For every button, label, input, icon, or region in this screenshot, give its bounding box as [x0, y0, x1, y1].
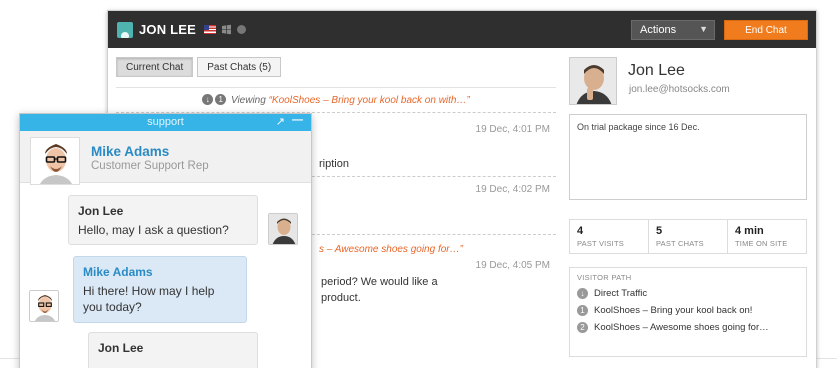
us-flag-icon	[204, 25, 217, 34]
message-text: you today?	[83, 300, 142, 314]
agent-photo	[30, 137, 80, 185]
stat-label: PAST VISITS	[577, 239, 624, 248]
support-chat-widget: support ↗ — Mike Adams Customer Support …	[19, 113, 312, 368]
visitor-path-label: Direct Traffic	[594, 288, 648, 299]
widget-title: support	[147, 116, 184, 128]
popout-icon[interactable]: ↗	[276, 115, 285, 128]
actions-label: Actions	[640, 24, 677, 36]
agent-name: Mike Adams	[91, 144, 170, 159]
console-header: JON LEE Actions ▼ End Chat	[108, 11, 816, 48]
arrow-down-icon: ↓	[577, 288, 588, 299]
agent-role: Customer Support Rep	[91, 160, 209, 172]
chat-bubble-customer: Jon Lee	[88, 332, 258, 368]
customer-photo	[569, 57, 617, 105]
chat-bubble-agent: Mike Adams Hi there! How may I help you …	[73, 256, 247, 323]
message-sender: Mike Adams	[83, 265, 153, 279]
message-text: product.	[321, 292, 361, 304]
user-avatar-icon	[117, 21, 133, 38]
actions-dropdown[interactable]: Actions ▼	[631, 20, 715, 40]
message-timestamp: 19 Dec, 4:01 PM	[475, 124, 550, 135]
agent-header: Mike Adams Customer Support Rep	[20, 131, 311, 185]
viewing-prefix: Viewing	[230, 95, 266, 106]
message-timestamp: 19 Dec, 4:02 PM	[475, 184, 550, 195]
customer-stats: 4 PAST VISITS 5 PAST CHATS 4 min TIME ON…	[569, 219, 807, 254]
visitor-path-item[interactable]: 2 KoolShoes – Awesome shoes going for…	[577, 322, 799, 333]
stat-time-on-site: 4 min TIME ON SITE	[728, 220, 806, 253]
customer-avatar	[268, 213, 298, 245]
page-view-event: ↓ 1 Viewing “KoolShoes – Bring your kool …	[116, 94, 556, 106]
chat-bubble-customer: Jon Lee Hello, may I ask a question?	[68, 195, 258, 245]
message-sender: Jon Lee	[98, 341, 144, 355]
chat-tabs: Current Chat Past Chats (5)	[116, 57, 282, 77]
message-text: Hello, may I ask a question?	[78, 223, 229, 237]
screen: JON LEE Actions ▼ End Chat Current Chat …	[0, 0, 837, 368]
stat-past-visits: 4 PAST VISITS	[570, 220, 649, 253]
tab-past-chats[interactable]: Past Chats (5)	[197, 57, 282, 77]
step-badge: 1	[577, 305, 588, 316]
stat-value: 5	[656, 225, 663, 237]
tab-current-chat[interactable]: Current Chat	[116, 57, 194, 77]
message-text: ription	[319, 158, 349, 170]
visitor-path-item: ↓ Direct Traffic	[577, 288, 799, 299]
visitor-path-heading: VISITOR PATH	[577, 273, 632, 282]
message-timestamp: 19 Dec, 4:05 PM	[475, 260, 550, 271]
end-chat-button[interactable]: End Chat	[724, 20, 808, 40]
customer-email[interactable]: jon.lee@hotsocks.com	[629, 84, 730, 95]
stat-label: TIME ON SITE	[735, 239, 788, 248]
stat-label: PAST CHATS	[656, 239, 704, 248]
customer-notes-field[interactable]: On trial package since 16 Dec.	[569, 114, 807, 200]
visitor-path-label: KoolShoes – Bring your kool back on!	[594, 305, 753, 316]
message-text: period? We would like a	[321, 276, 438, 288]
minimize-icon[interactable]: —	[292, 114, 303, 126]
stat-value: 4	[577, 225, 584, 237]
viewing-page-link[interactable]: s – Awesome shoes going for…”	[319, 244, 463, 255]
customer-title: JON LEE	[139, 22, 197, 37]
stat-past-chats: 5 PAST CHATS	[649, 220, 728, 253]
message-text: Hi there! How may I help	[83, 284, 215, 298]
message-sender: Jon Lee	[78, 204, 124, 218]
windows-icon	[221, 24, 232, 35]
chevron-down-icon: ▼	[699, 24, 708, 34]
agent-avatar	[29, 290, 59, 322]
viewing-page-link[interactable]: “KoolShoes – Bring your kool back on wit…	[269, 95, 470, 106]
stat-value: 4 min	[735, 225, 764, 237]
visitor-path: VISITOR PATH ↓ Direct Traffic 1 KoolShoe…	[569, 267, 807, 357]
browser-icon	[237, 25, 247, 34]
step-badge: 2	[577, 322, 588, 333]
arrow-down-icon: ↓	[202, 94, 214, 105]
customer-name: Jon Lee	[628, 62, 685, 79]
visitor-path-item[interactable]: 1 KoolShoes – Bring your kool back on!	[577, 305, 799, 316]
page-view-event: s – Awesome shoes going for…”	[319, 244, 556, 255]
page-number-badge: 1	[215, 94, 227, 105]
visitor-path-label: KoolShoes – Awesome shoes going for…	[594, 322, 769, 333]
widget-title-bar[interactable]: support ↗ —	[20, 114, 311, 131]
